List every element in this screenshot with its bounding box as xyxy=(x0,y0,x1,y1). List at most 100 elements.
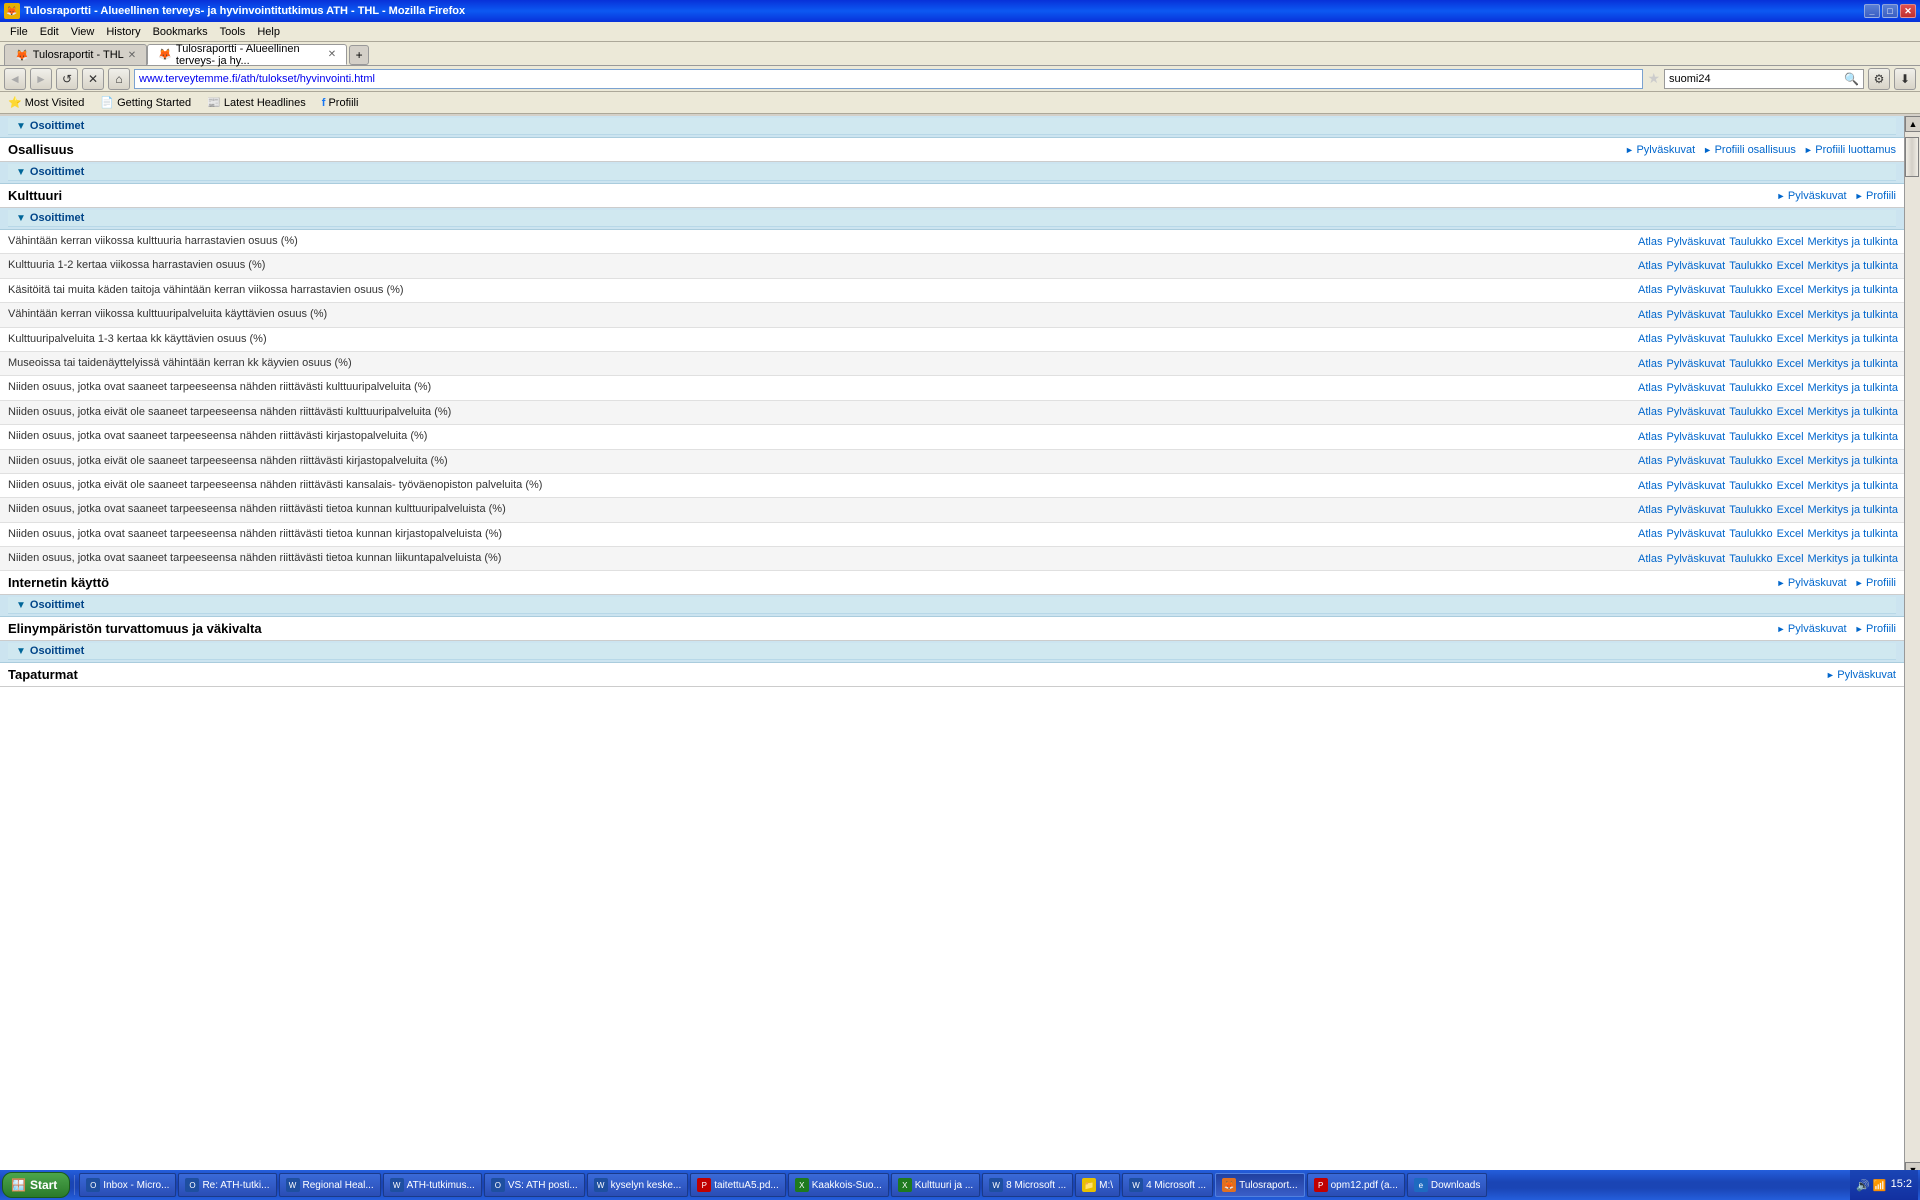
link-merkitys-ja-tulkinta-0[interactable]: Merkitys ja tulkinta xyxy=(1808,236,1898,248)
search-button[interactable]: ⚙ xyxy=(1868,68,1890,90)
link-taulukko-9[interactable]: Taulukko xyxy=(1729,455,1772,467)
forward-button[interactable]: ► xyxy=(30,68,52,90)
link-excel-9[interactable]: Excel xyxy=(1777,455,1804,467)
search-input[interactable] xyxy=(1669,73,1840,85)
link-pylväskuvat-3[interactable]: Pylväskuvat xyxy=(1666,309,1725,321)
link-pylväskuvat-10[interactable]: Pylväskuvat xyxy=(1666,480,1725,492)
link-pylväskuvat-0[interactable]: Pylväskuvat xyxy=(1666,236,1725,248)
taskbar-re-ath[interactable]: O Re: ATH-tutki... xyxy=(178,1173,276,1197)
menu-edit[interactable]: Edit xyxy=(34,22,65,41)
taskbar-m-drive[interactable]: 📁 M:\ xyxy=(1075,1173,1120,1197)
link-taulukko-12[interactable]: Taulukko xyxy=(1729,528,1772,540)
scroll-track[interactable] xyxy=(1905,132,1920,1162)
osallisuus-profiili-osallisuus[interactable]: Profiili osallisuus xyxy=(1703,144,1796,156)
link-pylväskuvat-5[interactable]: Pylväskuvat xyxy=(1666,358,1725,370)
menu-view[interactable]: View xyxy=(65,22,101,41)
start-button[interactable]: 🪟 Start xyxy=(2,1172,70,1198)
scroll-thumb[interactable] xyxy=(1905,137,1919,177)
taskbar-vs-ath[interactable]: O VS: ATH posti... xyxy=(484,1173,585,1197)
link-pylväskuvat-9[interactable]: Pylväskuvat xyxy=(1666,455,1725,467)
osallisuus-profiili-luottamus[interactable]: Profiili luottamus xyxy=(1804,144,1896,156)
link-pylväskuvat-11[interactable]: Pylväskuvat xyxy=(1666,504,1725,516)
link-taulukko-6[interactable]: Taulukko xyxy=(1729,382,1772,394)
link-taulukko-0[interactable]: Taulukko xyxy=(1729,236,1772,248)
link-excel-12[interactable]: Excel xyxy=(1777,528,1804,540)
link-excel-11[interactable]: Excel xyxy=(1777,504,1804,516)
link-taulukko-2[interactable]: Taulukko xyxy=(1729,284,1772,296)
link-atlas-13[interactable]: Atlas xyxy=(1638,553,1662,565)
taskbar-kulttuuri[interactable]: X Kulttuuri ja ... xyxy=(891,1173,980,1197)
link-merkitys-ja-tulkinta-8[interactable]: Merkitys ja tulkinta xyxy=(1808,431,1898,443)
minimize-button[interactable]: _ xyxy=(1864,4,1880,18)
link-merkitys-ja-tulkinta-5[interactable]: Merkitys ja tulkinta xyxy=(1808,358,1898,370)
search-icon[interactable]: 🔍 xyxy=(1844,72,1859,86)
tab-close-2[interactable]: ✕ xyxy=(328,49,336,60)
link-taulukko-7[interactable]: Taulukko xyxy=(1729,406,1772,418)
menu-history[interactable]: History xyxy=(100,22,146,41)
reload-button[interactable]: ↺ xyxy=(56,68,78,90)
link-atlas-10[interactable]: Atlas xyxy=(1638,480,1662,492)
bookmark-profiili[interactable]: f Profiili xyxy=(318,97,363,109)
link-taulukko-5[interactable]: Taulukko xyxy=(1729,358,1772,370)
menu-file[interactable]: File xyxy=(4,22,34,41)
link-atlas-2[interactable]: Atlas xyxy=(1638,284,1662,296)
bookmark-latest-headlines[interactable]: 📰 Latest Headlines xyxy=(203,96,310,109)
link-merkitys-ja-tulkinta-2[interactable]: Merkitys ja tulkinta xyxy=(1808,284,1898,296)
taskbar-regional[interactable]: W Regional Heal... xyxy=(279,1173,381,1197)
link-atlas-7[interactable]: Atlas xyxy=(1638,406,1662,418)
bookmark-getting-started[interactable]: 📄 Getting Started xyxy=(96,96,195,109)
link-excel-5[interactable]: Excel xyxy=(1777,358,1804,370)
stop-button[interactable]: ✕ xyxy=(82,68,104,90)
bookmark-star[interactable]: ★ xyxy=(1647,70,1660,87)
new-tab-button[interactable]: + xyxy=(349,45,369,65)
link-merkitys-ja-tulkinta-6[interactable]: Merkitys ja tulkinta xyxy=(1808,382,1898,394)
link-taulukko-4[interactable]: Taulukko xyxy=(1729,333,1772,345)
osoittimet-row-kulttuuri[interactable]: ▼ Osoittimet xyxy=(8,210,1896,227)
link-excel-10[interactable]: Excel xyxy=(1777,480,1804,492)
link-atlas-4[interactable]: Atlas xyxy=(1638,333,1662,345)
link-merkitys-ja-tulkinta-11[interactable]: Merkitys ja tulkinta xyxy=(1808,504,1898,516)
menu-bookmarks[interactable]: Bookmarks xyxy=(147,22,214,41)
link-pylväskuvat-8[interactable]: Pylväskuvat xyxy=(1666,431,1725,443)
link-atlas-5[interactable]: Atlas xyxy=(1638,358,1662,370)
maximize-button[interactable]: □ xyxy=(1882,4,1898,18)
window-controls[interactable]: _ □ ✕ xyxy=(1864,4,1916,18)
link-atlas-12[interactable]: Atlas xyxy=(1638,528,1662,540)
osallisuus-pylvaskuvat[interactable]: Pylväskuvat xyxy=(1625,144,1695,156)
taskbar-tulosraportit[interactable]: 🦊 Tulosraport... xyxy=(1215,1173,1305,1197)
url-box[interactable]: www.terveytemme.fi/ath/tulokset/hyvinvoi… xyxy=(134,69,1643,89)
link-merkitys-ja-tulkinta-3[interactable]: Merkitys ja tulkinta xyxy=(1808,309,1898,321)
link-atlas-1[interactable]: Atlas xyxy=(1638,260,1662,272)
taskbar-inbox[interactable]: O Inbox - Micro... xyxy=(79,1173,176,1197)
link-merkitys-ja-tulkinta-10[interactable]: Merkitys ja tulkinta xyxy=(1808,480,1898,492)
scrollbar[interactable]: ▲ ▼ xyxy=(1904,116,1920,1178)
link-excel-1[interactable]: Excel xyxy=(1777,260,1804,272)
link-excel-8[interactable]: Excel xyxy=(1777,431,1804,443)
link-excel-3[interactable]: Excel xyxy=(1777,309,1804,321)
link-taulukko-1[interactable]: Taulukko xyxy=(1729,260,1772,272)
link-atlas-8[interactable]: Atlas xyxy=(1638,431,1662,443)
link-merkitys-ja-tulkinta-13[interactable]: Merkitys ja tulkinta xyxy=(1808,553,1898,565)
back-button[interactable]: ◄ xyxy=(4,68,26,90)
link-atlas-0[interactable]: Atlas xyxy=(1638,236,1662,248)
tapaturmat-pylvaskuvat[interactable]: Pylväskuvat xyxy=(1826,669,1896,681)
link-atlas-3[interactable]: Atlas xyxy=(1638,309,1662,321)
osoittimet-row-elinymparisto[interactable]: ▼ Osoittimet xyxy=(8,643,1896,660)
link-merkitys-ja-tulkinta-7[interactable]: Merkitys ja tulkinta xyxy=(1808,406,1898,418)
link-excel-0[interactable]: Excel xyxy=(1777,236,1804,248)
menu-help[interactable]: Help xyxy=(251,22,286,41)
taskbar-kyselyn[interactable]: W kyselyn keske... xyxy=(587,1173,689,1197)
link-pylväskuvat-6[interactable]: Pylväskuvat xyxy=(1666,382,1725,394)
taskbar-taitettu[interactable]: P taitettuA5.pd... xyxy=(690,1173,786,1197)
tab-close-1[interactable]: ✕ xyxy=(128,50,136,61)
internet-profiili[interactable]: Profiili xyxy=(1855,577,1896,589)
link-taulukko-11[interactable]: Taulukko xyxy=(1729,504,1772,516)
link-excel-4[interactable]: Excel xyxy=(1777,333,1804,345)
link-pylväskuvat-2[interactable]: Pylväskuvat xyxy=(1666,284,1725,296)
taskbar-ath-tutki[interactable]: W ATH-tutkimus... xyxy=(383,1173,482,1197)
link-excel-13[interactable]: Excel xyxy=(1777,553,1804,565)
home-button[interactable]: ⌂ xyxy=(108,68,130,90)
taskbar-kaakkois[interactable]: X Kaakkois-Suo... xyxy=(788,1173,889,1197)
link-atlas-11[interactable]: Atlas xyxy=(1638,504,1662,516)
link-atlas-6[interactable]: Atlas xyxy=(1638,382,1662,394)
